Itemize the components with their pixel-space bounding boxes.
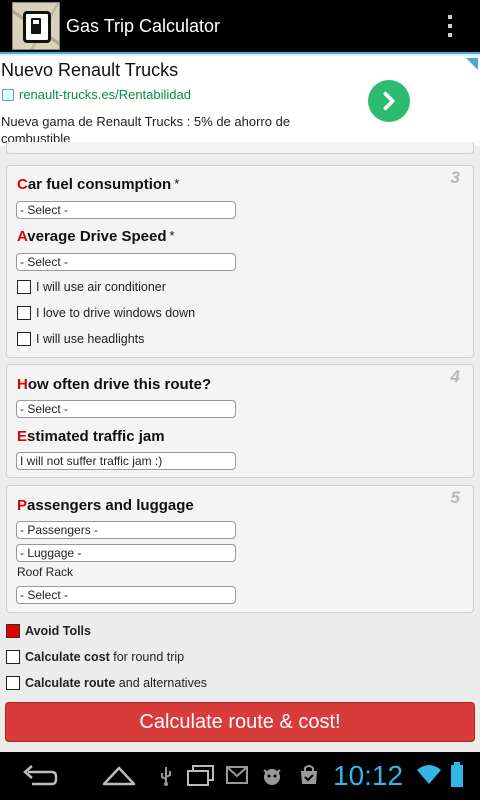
passengers-select[interactable]: - Passengers - bbox=[16, 521, 236, 539]
checkbox-icon[interactable] bbox=[6, 676, 20, 690]
form-area: 3 Car fuel consumption * - Select - Avera… bbox=[0, 142, 480, 752]
section-number: 5 bbox=[450, 488, 460, 507]
air-conditioner-checkbox[interactable]: I will use air conditioner bbox=[17, 280, 166, 294]
checkbox-icon[interactable] bbox=[6, 650, 20, 664]
ad-info-icon[interactable] bbox=[466, 58, 478, 70]
home-icon[interactable] bbox=[100, 762, 138, 788]
drive-speed-label: Average Drive Speed * bbox=[17, 228, 175, 245]
gas-pump-app-icon[interactable] bbox=[12, 2, 60, 50]
windows-down-checkbox[interactable]: I love to drive windows down bbox=[17, 306, 195, 320]
gmail-icon bbox=[226, 766, 248, 784]
fuel-consumption-label: Car fuel consumption * bbox=[17, 176, 180, 193]
checkbox-icon[interactable] bbox=[17, 306, 31, 320]
ad-title[interactable]: Nuevo Renault Trucks bbox=[1, 60, 178, 81]
gas-pump-icon bbox=[23, 11, 51, 43]
route-frequency-select[interactable]: - Select - bbox=[16, 400, 236, 418]
section-3-card: 3 Car fuel consumption * - Select - Avera… bbox=[6, 165, 474, 358]
system-nav-bar: 10:12 bbox=[0, 752, 480, 800]
action-bar: Gas Trip Calculator bbox=[0, 0, 480, 54]
section-number: 3 bbox=[450, 168, 460, 187]
chevron-right-icon bbox=[383, 91, 395, 111]
roof-rack-select[interactable]: - Select - bbox=[16, 586, 236, 604]
roof-rack-label: Roof Rack bbox=[17, 565, 74, 579]
traffic-jam-label: Estimated traffic jam bbox=[17, 428, 165, 445]
section-5-card: 5 Passengers and luggage - Passengers - … bbox=[6, 485, 474, 613]
route-frequency-label: How often drive this route? bbox=[17, 376, 212, 393]
calculate-route-cost-button[interactable]: Calculate route & cost! bbox=[5, 702, 475, 742]
overflow-menu-icon[interactable] bbox=[438, 6, 462, 46]
app-title: Gas Trip Calculator bbox=[66, 15, 221, 36]
section-number: 4 bbox=[450, 367, 460, 386]
fuel-consumption-select[interactable]: - Select - bbox=[16, 201, 236, 219]
back-icon[interactable] bbox=[22, 762, 60, 788]
previous-card-edge bbox=[6, 142, 474, 154]
passengers-luggage-label: Passengers and luggage bbox=[17, 497, 194, 514]
ad-go-button[interactable] bbox=[368, 80, 410, 122]
traffic-jam-select[interactable]: I will not suffer traffic jam :) bbox=[16, 452, 236, 470]
wifi-icon bbox=[417, 765, 441, 784]
shopping-bag-icon bbox=[301, 765, 317, 784]
recent-apps-icon[interactable] bbox=[184, 764, 218, 788]
ad-favicon-icon bbox=[2, 89, 14, 101]
checkbox-icon[interactable] bbox=[17, 332, 31, 346]
checkbox-checked-icon[interactable] bbox=[6, 624, 20, 638]
luggage-select[interactable]: - Luggage - bbox=[16, 544, 236, 562]
battery-icon bbox=[451, 762, 463, 787]
ad-url[interactable]: renault-trucks.es/Rentabilidad bbox=[19, 87, 191, 102]
android-notification-icon bbox=[263, 769, 281, 785]
alternatives-checkbox[interactable]: Calculate route and alternatives bbox=[6, 676, 207, 690]
avoid-tolls-checkbox[interactable]: Avoid Tolls bbox=[6, 624, 91, 638]
ad-banner[interactable]: Nuevo Renault Trucks renault-trucks.es/R… bbox=[0, 56, 480, 146]
checkbox-icon[interactable] bbox=[17, 280, 31, 294]
round-trip-checkbox[interactable]: Calculate cost for round trip bbox=[6, 650, 184, 664]
section-4-card: 4 How often drive this route? - Select -… bbox=[6, 364, 474, 478]
headlights-checkbox[interactable]: I will use headlights bbox=[17, 332, 144, 346]
drive-speed-select[interactable]: - Select - bbox=[16, 253, 236, 271]
clock: 10:12 bbox=[333, 760, 404, 791]
usb-icon bbox=[161, 767, 171, 786]
